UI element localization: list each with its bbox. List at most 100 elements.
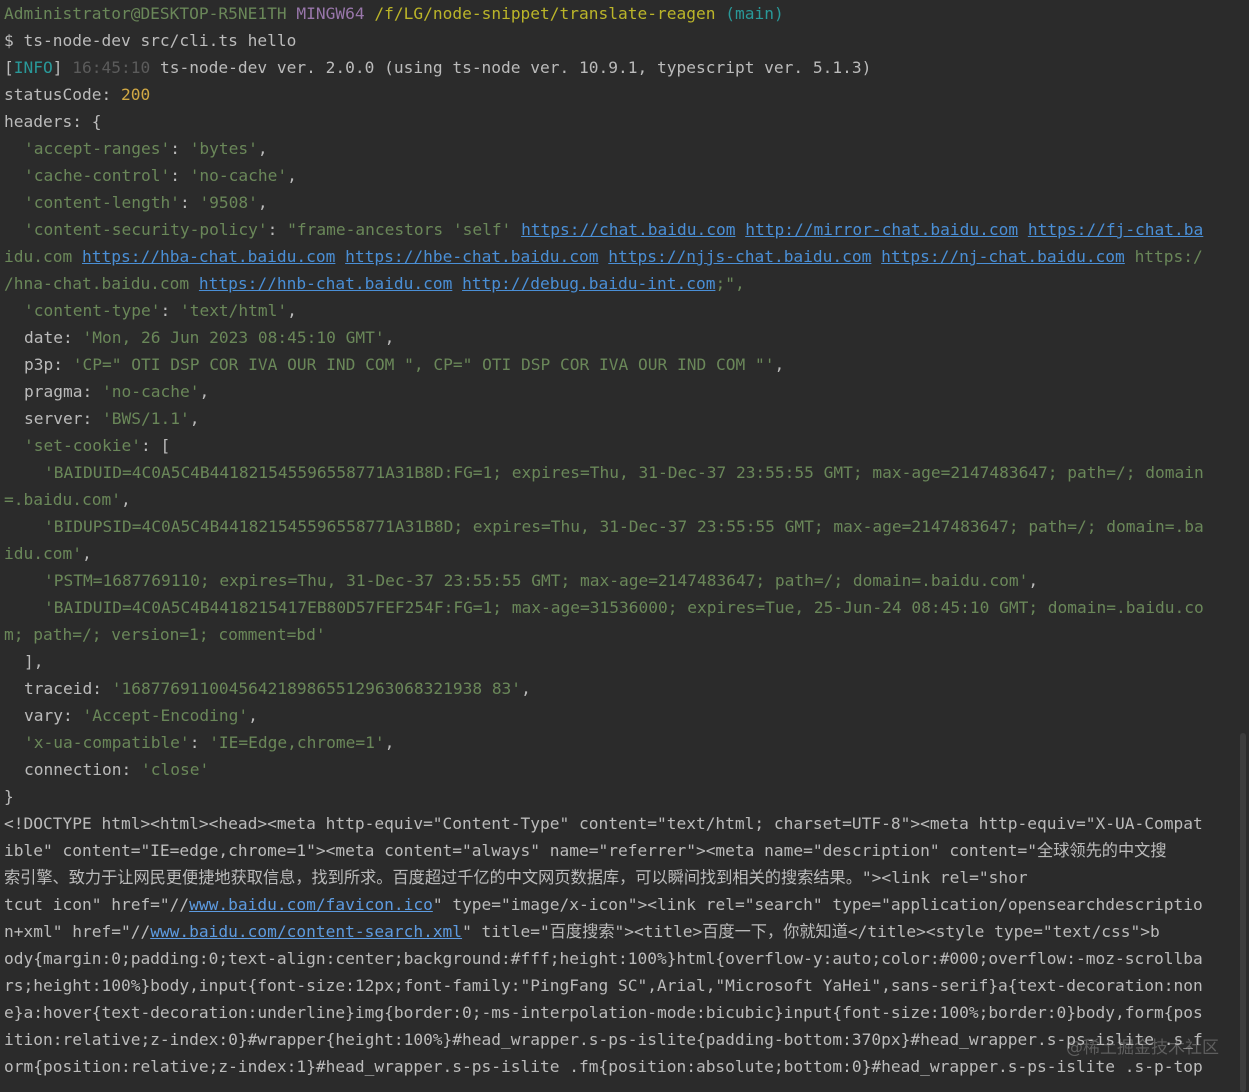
cookie-value: idu.com'	[4, 544, 82, 563]
terminal-window[interactable]: Administrator@DESKTOP-R5NE1TH MINGW64 /f…	[0, 0, 1249, 1092]
body-line: n+xml" href="//www.baidu.com/content-sea…	[4, 918, 1249, 945]
header-key: p3p	[24, 355, 54, 374]
prompt-line: Administrator@DESKTOP-R5NE1TH MINGW64 /f…	[4, 0, 1249, 27]
header-key: 'x-ua-compatible'	[24, 733, 190, 752]
cookie-value: 'BAIDUID=4C0A5C4B441821545596558771A31B8…	[44, 463, 1204, 482]
header-value: '1687769110045642189865512963068321938 8…	[111, 679, 522, 698]
body-line: orm{position:relative;z-index:1}#head_wr…	[4, 1057, 1203, 1076]
body-line: e}a:hover{text-decoration:underline}img{…	[4, 1003, 1203, 1022]
cookie-line: 'PSTM=1687769110; expires=Thu, 31-Dec-37…	[44, 571, 1039, 590]
csp-link[interactable]: http://debug.baidu-int.com	[462, 274, 715, 293]
header-date: date: 'Mon, 26 Jun 2023 08:45:10 GMT',	[24, 328, 395, 347]
csp-link[interactable]: http://mirror-chat.baidu.com	[745, 220, 1018, 239]
cookie-line-wrap: =.baidu.com',	[4, 490, 131, 509]
header-pragma: pragma: 'no-cache',	[24, 382, 210, 401]
csp-link[interactable]: https://nj-chat.baidu.com	[881, 247, 1125, 266]
header-key: traceid	[24, 679, 93, 698]
body-line: tcut icon" href="//www.baidu.com/favicon…	[4, 891, 1249, 918]
cookie-line: 'BAIDUID=4C0A5C4B4418215417EB80D57FEF254…	[4, 594, 1249, 621]
csp-suffix: ;",	[715, 274, 745, 293]
header-accept-ranges: 'accept-ranges': 'bytes',	[24, 139, 268, 158]
header-key: 'cache-control'	[24, 166, 171, 185]
body-line: ody{margin:0;padding:0;text-align:center…	[4, 949, 1203, 968]
status-line: statusCode: 200	[4, 81, 1249, 108]
header-value: 'close'	[140, 760, 210, 779]
header-key: vary	[24, 706, 63, 725]
prompt-path: /f/LG/node-snippet/translate-reagen	[374, 4, 716, 23]
csp-link-partial: https:/	[1134, 247, 1203, 266]
cookie-value: 'PSTM=1687769110; expires=Thu, 31-Dec-37…	[44, 571, 1029, 590]
prompt-app: MINGW64	[296, 4, 365, 23]
body-line: ible" content="IE=edge,chrome=1"><meta c…	[4, 841, 1167, 860]
body-line: rs;height:100%}body,input{font-size:12px…	[4, 976, 1203, 995]
header-csp-cont-1: idu.com https://hba-chat.baidu.com https…	[4, 243, 1249, 270]
header-value: 'no-cache'	[189, 166, 288, 185]
info-line: [INFO] 16:45:10 ts-node-dev ver. 2.0.0 (…	[4, 54, 1249, 81]
header-key: pragma	[24, 382, 83, 401]
header-key: 'set-cookie'	[24, 436, 141, 455]
header-key: 'content-type'	[24, 301, 161, 320]
csp-link[interactable]: https://hbe-chat.baidu.com	[345, 247, 598, 266]
info-message: ts-node-dev ver. 2.0.0 (using ts-node ve…	[159, 58, 872, 77]
header-csp: 'content-security-policy': "frame-ancest…	[24, 220, 1204, 239]
body-line: 索引擎、致力于让网民更便捷地获取信息，找到所求。百度超过千亿的中文网页数据库，可…	[4, 868, 1028, 887]
header-key: 'content-security-policy'	[24, 220, 268, 239]
header-key: 'content-length'	[24, 193, 180, 212]
cookie-value: =.baidu.com'	[4, 490, 121, 509]
header-x-ua-compatible: 'x-ua-compatible': 'IE=Edge,chrome=1',	[24, 733, 395, 752]
cookie-value: 'BIDUPSID=4C0A5C4B441821545596558771A31B…	[44, 517, 1204, 536]
info-bracket-close: ]	[52, 58, 63, 77]
prompt-user: Administrator@DESKTOP-R5NE1TH	[4, 4, 287, 23]
csp-link[interactable]: https://hba-chat.baidu.com	[82, 247, 335, 266]
header-value: 'IE=Edge,chrome=1'	[209, 733, 385, 752]
headers-open: headers: {	[4, 112, 102, 131]
csp-prefix: "frame-ancestors 'self'	[287, 220, 522, 239]
header-value: 'Mon, 26 Jun 2023 08:45:10 GMT'	[82, 328, 385, 347]
body-line: <!DOCTYPE html><html><head><meta http-eq…	[4, 814, 1203, 833]
header-value: 'bytes'	[189, 139, 258, 158]
prompt-branch: (main)	[725, 4, 784, 23]
csp-link[interactable]: https://hnb-chat.baidu.com	[199, 274, 452, 293]
cookie-line: 'BAIDUID=4C0A5C4B441821545596558771A31B8…	[4, 459, 1249, 486]
header-set-cookie: 'set-cookie': [	[24, 436, 171, 455]
header-traceid: traceid: '168776911004564218986551296306…	[24, 679, 531, 698]
header-csp-cont-2: /hna-chat.baidu.com https://hnb-chat.bai…	[4, 270, 1249, 297]
header-key: connection	[24, 760, 122, 779]
status-label: statusCode:	[4, 85, 121, 104]
headers-close: }	[4, 787, 14, 806]
header-value: 'CP=" OTI DSP COR IVA OUR IND COM ", CP=…	[72, 355, 775, 374]
header-cache-control: 'cache-control': 'no-cache',	[24, 166, 297, 185]
cookie-value: 'BAIDUID=4C0A5C4B4418215417EB80D57FEF254…	[44, 598, 1204, 617]
csp-link[interactable]: https://fj-chat.ba	[1028, 220, 1203, 239]
command-line: $ ts-node-dev src/cli.ts hello	[4, 31, 297, 50]
header-value: 'Accept-Encoding'	[82, 706, 249, 725]
set-cookie-close: ],	[24, 652, 44, 671]
cookie-line-wrap: m; path=/; version=1; comment=bd'	[4, 621, 1249, 648]
header-key: 'accept-ranges'	[24, 139, 171, 158]
body-text: tcut icon" href="//	[4, 895, 190, 914]
content-search-link[interactable]: www.baidu.com/content-search.xml	[150, 922, 462, 941]
header-value: 'no-cache'	[101, 382, 200, 401]
header-key: server	[24, 409, 83, 428]
header-value: 'text/html'	[179, 301, 288, 320]
header-key: date	[24, 328, 63, 347]
info-tag: INFO	[13, 58, 53, 77]
favicon-link[interactable]: www.baidu.com/favicon.ico	[189, 895, 433, 914]
csp-link[interactable]: https://chat.baidu.com	[521, 220, 735, 239]
body-text: n+xml" href="//	[4, 922, 151, 941]
csp-link-wrap: idu.com	[4, 247, 73, 266]
header-content-type: 'content-type': 'text/html',	[24, 301, 297, 320]
info-time: 16:45:10	[72, 58, 151, 77]
cookie-line: 'BIDUPSID=4C0A5C4B441821545596558771A31B…	[4, 513, 1249, 540]
status-value: 200	[120, 85, 151, 104]
cookie-line-wrap: idu.com',	[4, 544, 92, 563]
header-value: '9508'	[199, 193, 258, 212]
header-content-length: 'content-length': '9508',	[24, 193, 268, 212]
header-server: server: 'BWS/1.1',	[24, 409, 200, 428]
header-connection: connection: 'close'	[24, 760, 210, 779]
csp-link[interactable]: https://njjs-chat.baidu.com	[608, 247, 871, 266]
body-text: " type="image/x-icon"><link rel="search"…	[432, 895, 1203, 914]
body-text: " title="百度搜索"><title>百度一下，你就知道</title><…	[462, 922, 1160, 941]
csp-link-wrap: /hna-chat.baidu.com	[4, 274, 190, 293]
vertical-scrollbar[interactable]	[1240, 733, 1246, 1092]
